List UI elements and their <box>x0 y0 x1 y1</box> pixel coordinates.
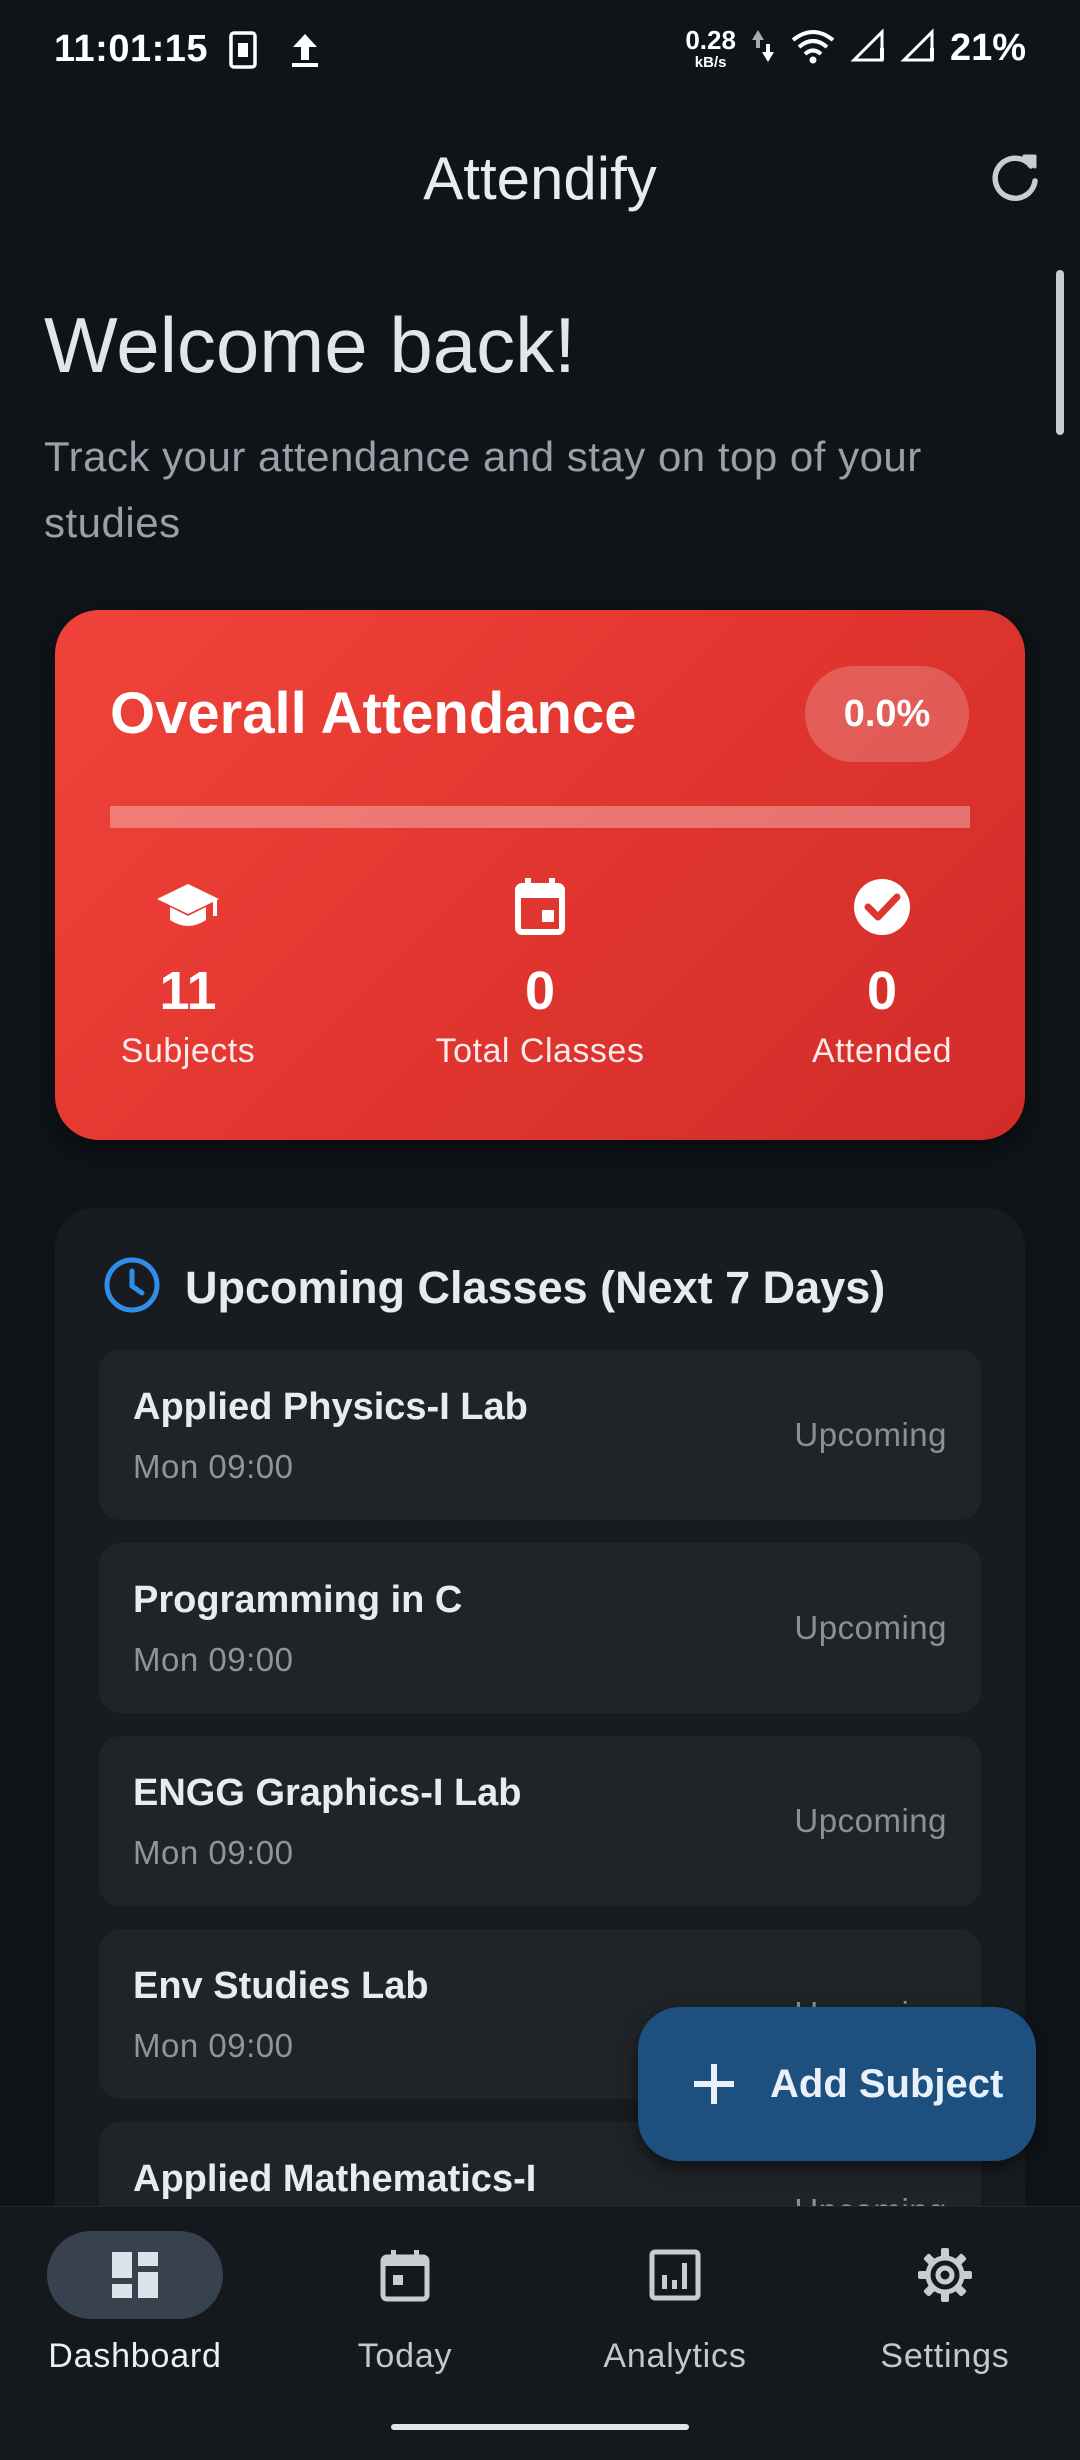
nav-settings-pill <box>857 2231 1033 2319</box>
home-indicator[interactable] <box>391 2424 689 2430</box>
plus-icon <box>694 2064 734 2104</box>
stat-subjects-value: 11 <box>159 961 217 1021</box>
class-name: Programming in C <box>133 1579 463 1621</box>
nav-analytics-label: Analytics <box>603 2337 747 2375</box>
wifi-icon <box>790 26 836 71</box>
scrollbar-thumb[interactable] <box>1056 270 1064 435</box>
stat-total-classes-label: Total Classes <box>435 1032 645 1070</box>
stat-total-classes: 0 Total Classes <box>420 872 660 1071</box>
upcoming-header: Upcoming Classes (Next 7 Days) <box>103 1256 885 1319</box>
welcome-subtitle: Track your attendance and stay on top of… <box>44 433 922 546</box>
overall-attendance-title: Overall Attendance <box>110 681 637 746</box>
stat-subjects: 11 Subjects <box>68 872 308 1071</box>
add-subject-button[interactable]: Add Subject <box>638 2007 1036 2161</box>
class-name: Applied Physics-I Lab <box>133 1386 528 1428</box>
speed-arrows-icon <box>750 26 776 71</box>
nav-today-label: Today <box>357 2337 453 2375</box>
calendar-icon <box>380 2250 430 2302</box>
bottom-navigation: Dashboard Today Analytics Settings <box>0 2206 1080 2460</box>
calendar-icon <box>505 872 575 942</box>
status-right-group: 0.28 kB/s 21% <box>685 26 1026 71</box>
class-name: Env Studies Lab <box>133 1965 429 2007</box>
attendance-percentage-badge: 0.0% <box>805 666 969 762</box>
class-time: Mon 09:00 <box>133 1834 294 1871</box>
attendance-progress-bar <box>110 806 970 828</box>
stat-attended-value: 0 <box>866 961 898 1021</box>
overall-attendance-card[interactable]: Overall Attendance 0.0% 11 Subjects 0 To… <box>55 610 1025 1140</box>
analytics-icon <box>649 2249 701 2301</box>
class-time: Mon 09:00 <box>133 1448 294 1485</box>
upload-icon <box>288 30 322 75</box>
stat-attended: 0 Attended <box>762 872 1002 1071</box>
nav-settings[interactable]: Settings <box>810 2231 1080 2401</box>
nav-analytics-pill <box>587 2231 763 2319</box>
graduation-cap-icon <box>153 872 223 942</box>
signal-icon <box>850 26 886 71</box>
stat-subjects-label: Subjects <box>120 1032 256 1070</box>
status-time: 11:01:15 <box>54 28 209 70</box>
nav-dashboard[interactable]: Dashboard <box>0 2231 270 2401</box>
stat-attended-label: Attended <box>811 1032 953 1070</box>
class-name: Applied Mathematics-I <box>133 2158 537 2200</box>
class-time: Mon 09:00 <box>133 1641 294 1678</box>
screen: 11:01:15 0.28 kB/s 21% Attendify Welcome… <box>0 0 1080 2460</box>
class-name: ENGG Graphics-I Lab <box>133 1772 522 1814</box>
class-status: Upcoming <box>794 1802 947 1839</box>
nav-dashboard-label: Dashboard <box>48 2337 222 2375</box>
nav-settings-label: Settings <box>880 2337 1010 2375</box>
signal-icon <box>900 26 936 71</box>
class-item[interactable]: Applied Physics-I Lab Mon 09:00 Upcoming <box>99 1350 981 1520</box>
sim-icon <box>228 30 258 75</box>
net-speed-unit: kB/s <box>694 54 727 71</box>
class-time: Mon 09:00 <box>133 2027 294 2064</box>
app-bar: Attendify <box>0 120 1080 240</box>
check-circle-icon <box>847 872 917 942</box>
add-subject-label: Add Subject <box>770 2061 1004 2106</box>
refresh-icon <box>992 154 1038 201</box>
upcoming-title: Upcoming Classes (Next 7 Days) <box>185 1261 886 1313</box>
net-speed: 0.28 kB/s <box>685 27 736 70</box>
stat-total-classes-value: 0 <box>524 961 556 1021</box>
net-speed-value: 0.28 <box>685 25 736 55</box>
nav-analytics[interactable]: Analytics <box>540 2231 810 2401</box>
nav-dashboard-pill <box>47 2231 223 2319</box>
welcome-title: Welcome back! <box>44 301 576 389</box>
app-title: Attendify <box>423 145 657 212</box>
class-item[interactable]: ENGG Graphics-I Lab Mon 09:00 Upcoming <box>99 1736 981 1906</box>
status-bar: 11:01:15 0.28 kB/s 21% <box>0 0 1080 100</box>
settings-gear-icon <box>918 2248 972 2302</box>
class-status: Upcoming <box>794 1609 947 1646</box>
class-status: Upcoming <box>794 1416 947 1453</box>
nav-today[interactable]: Today <box>270 2231 540 2401</box>
dashboard-icon <box>112 2252 158 2298</box>
class-item[interactable]: Programming in C Mon 09:00 Upcoming <box>99 1543 981 1713</box>
battery-percentage: 21% <box>949 27 1026 69</box>
nav-today-pill <box>317 2231 493 2319</box>
clock-icon <box>103 1256 161 1319</box>
refresh-button[interactable] <box>984 148 1046 210</box>
